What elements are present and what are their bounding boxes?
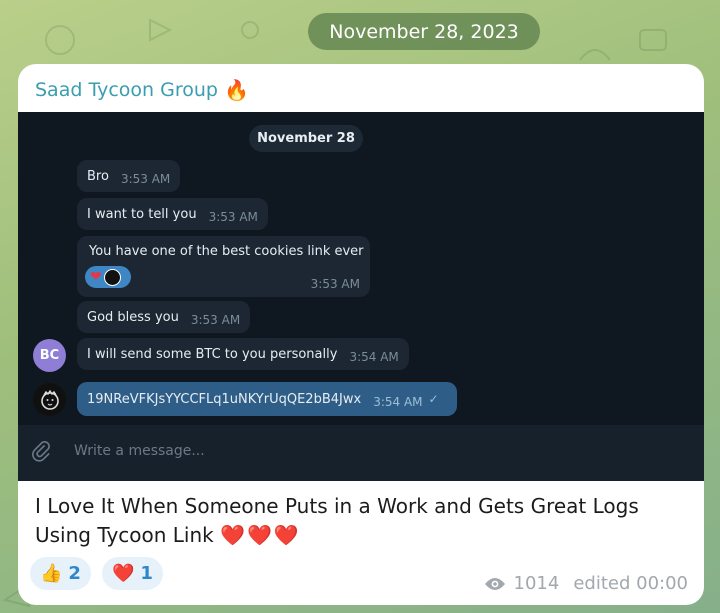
message-bubble: Bro 3:53 AM bbox=[77, 160, 181, 192]
reaction-thumbs-up[interactable]: 👍 2 bbox=[30, 557, 91, 590]
fire-emoji-icon: 🔥 bbox=[223, 78, 249, 102]
view-count: 1014 bbox=[513, 573, 560, 594]
message-bubble: I want to tell you 3:53 AM bbox=[77, 198, 268, 230]
message-text: God bless you bbox=[87, 309, 179, 325]
message-time: 3:53 AM bbox=[190, 313, 241, 327]
thumbs-up-icon: 👍 bbox=[40, 563, 63, 584]
message-text: 19NReVFKJsYYCCFLq1uNKYrUqQE2bB4Jwx bbox=[87, 391, 362, 407]
attached-screenshot[interactable]: November 28 Bro 3:53 AM I want to tell y… bbox=[18, 112, 704, 481]
reaction-count: 1 bbox=[140, 563, 153, 584]
eye-icon bbox=[484, 577, 505, 590]
message-input-placeholder: Write a message... bbox=[74, 443, 205, 459]
message-text: Bro bbox=[87, 168, 109, 184]
message-composer: Write a message... bbox=[18, 425, 704, 481]
message-bubble: God bless you 3:53 AM bbox=[77, 301, 251, 333]
message-text: I will send some BTC to you personally bbox=[87, 346, 338, 362]
sender-avatar: BC bbox=[33, 339, 66, 372]
paperclip-icon bbox=[32, 441, 50, 462]
edited-label: edited 00:00 bbox=[573, 573, 688, 594]
reaction-heart[interactable]: ❤️ 1 bbox=[102, 557, 163, 590]
message-time: 3:54 AM bbox=[373, 395, 423, 409]
post-caption: I Love It When Someone Puts in a Work an… bbox=[35, 492, 675, 550]
message-text: You have one of the best cookies link ev… bbox=[89, 244, 364, 259]
read-check-icon: ✓ bbox=[428, 392, 439, 406]
channel-name-label: Saad Tycoon Group bbox=[35, 79, 218, 101]
message-text: I want to tell you bbox=[87, 206, 197, 222]
heart-icon: ❤ bbox=[90, 269, 102, 285]
message-bubble: I will send some BTC to you personally 3… bbox=[77, 338, 409, 370]
date-separator: November 28, 2023 bbox=[308, 13, 540, 50]
message-time: 3:54 AM bbox=[349, 350, 399, 364]
message-time: 3:53 AM bbox=[208, 210, 258, 224]
channel-post: Saad Tycoon Group 🔥 November 28 Bro 3:53… bbox=[18, 64, 704, 605]
message-reaction: ❤ bbox=[85, 266, 131, 288]
caption-text: I Love It When Someone Puts in a Work an… bbox=[35, 494, 639, 547]
post-meta: 1014 edited 00:00 bbox=[484, 573, 688, 594]
message-bubble: You have one of the best cookies link ev… bbox=[77, 236, 370, 297]
reaction-count: 2 bbox=[68, 563, 81, 584]
message-time: 3:53 AM bbox=[120, 172, 171, 186]
red-hearts-emoji: ❤️❤️❤️ bbox=[220, 523, 301, 547]
lion-avatar-icon bbox=[33, 383, 66, 416]
message-time: 3:53 AM bbox=[310, 277, 360, 291]
reactor-avatar bbox=[103, 268, 121, 286]
outgoing-message-bubble: 19NReVFKJsYYCCFLq1uNKYrUqQE2bB4Jwx 3:54 … bbox=[77, 382, 457, 416]
heart-icon: ❤️ bbox=[112, 563, 135, 584]
screenshot-date-pill: November 28 bbox=[249, 125, 363, 152]
channel-name[interactable]: Saad Tycoon Group 🔥 bbox=[35, 78, 249, 102]
